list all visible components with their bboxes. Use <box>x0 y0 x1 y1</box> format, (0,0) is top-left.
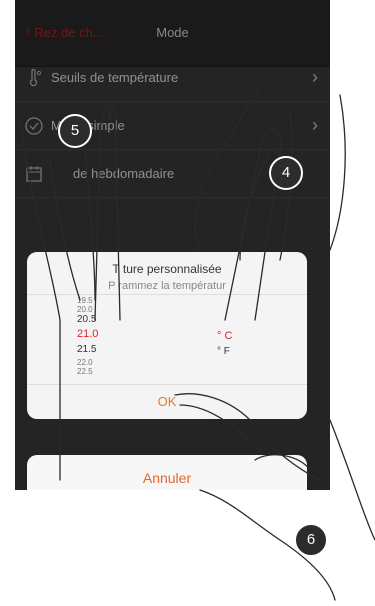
temperature-dialog: T ture personnalisée P rammez la tempéra… <box>27 252 307 419</box>
divider <box>27 294 307 295</box>
step-badge: 4 <box>269 156 303 190</box>
unit-wheel[interactable]: ° C ° F <box>217 330 232 360</box>
dialog-subtitle: P rammez la températur <box>108 280 226 292</box>
value-option[interactable]: 22.0 <box>77 358 98 367</box>
value-option[interactable]: 20.5 <box>77 314 98 328</box>
step-badge: 6 <box>294 523 328 557</box>
dialog-title: T ture personnalisée <box>112 262 222 276</box>
ok-button[interactable]: OK <box>27 385 307 419</box>
selected-unit[interactable]: ° C <box>217 330 232 346</box>
unit-option[interactable]: ° F <box>217 346 232 360</box>
value-option[interactable]: 20.0 <box>77 305 98 314</box>
step-badge: 5 <box>58 114 92 148</box>
value-option[interactable]: 19.5 <box>77 296 98 305</box>
selected-value[interactable]: 21.0 <box>77 328 98 344</box>
value-option[interactable]: 21.5 <box>77 344 98 358</box>
cancel-button[interactable]: Annuler <box>27 455 307 490</box>
value-option[interactable]: 22.5 <box>77 367 98 376</box>
temperature-picker[interactable]: 19.5 20.0 20.5 21.0 21.5 22.0 22.5 ° C °… <box>27 296 307 376</box>
value-wheel[interactable]: 19.5 20.0 20.5 21.0 21.5 22.0 22.5 <box>77 296 98 376</box>
phone-screen: ‹ Rez de ch... Mode Seuils de températur… <box>15 0 330 490</box>
